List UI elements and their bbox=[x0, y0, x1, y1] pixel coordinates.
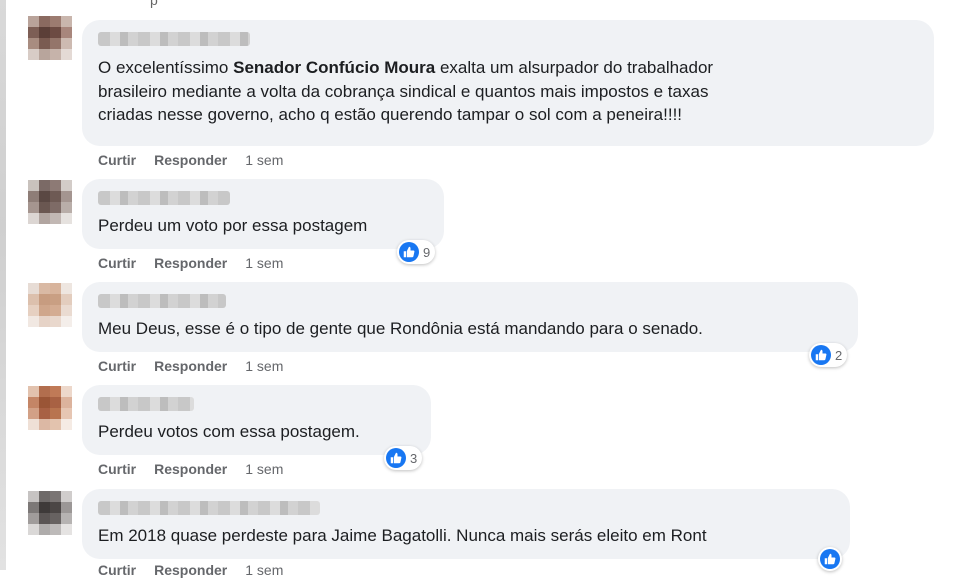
comment-text: Em 2018 quase perdeste para Jaime Bagato… bbox=[98, 526, 707, 545]
avatar[interactable] bbox=[28, 16, 72, 60]
avatar[interactable] bbox=[28, 180, 72, 224]
comment-bubble: Meu Deus, esse é o tipo de gente que Ron… bbox=[82, 282, 858, 352]
comment-bubble: Perdeu um voto por essa postagem bbox=[82, 179, 444, 249]
like-reaction-icon bbox=[811, 345, 831, 365]
like-link[interactable]: Curtir bbox=[98, 255, 136, 271]
author-name-blurred[interactable] bbox=[98, 294, 226, 308]
reply-link[interactable]: Responder bbox=[154, 562, 227, 578]
timestamp[interactable]: 1 sem bbox=[245, 461, 283, 477]
timestamp[interactable]: 1 sem bbox=[245, 562, 283, 578]
reaction-count: 9 bbox=[423, 244, 431, 260]
comment-actions: Curtir Responder 1 sem bbox=[98, 562, 283, 578]
avatar[interactable] bbox=[28, 386, 72, 430]
comment-bubble: Perdeu votos com essa postagem. bbox=[82, 385, 431, 455]
comment-actions: Curtir Responder 1 sem bbox=[98, 461, 283, 477]
comment-actions: Curtir Responder 1 sem bbox=[98, 152, 283, 168]
timestamp[interactable]: 1 sem bbox=[245, 255, 283, 271]
timestamp[interactable]: 1 sem bbox=[245, 358, 283, 374]
reaction-count: 3 bbox=[410, 450, 418, 466]
reaction-summary[interactable] bbox=[818, 547, 842, 571]
author-name-blurred[interactable] bbox=[98, 32, 250, 46]
comment-actions: Curtir Responder 1 sem bbox=[98, 358, 283, 374]
like-link[interactable]: Curtir bbox=[98, 358, 136, 374]
avatar[interactable] bbox=[28, 283, 72, 327]
like-reaction-icon bbox=[820, 549, 840, 569]
author-name-blurred[interactable] bbox=[98, 191, 230, 205]
reply-link[interactable]: Responder bbox=[154, 255, 227, 271]
comment-actions: Curtir Responder 1 sem bbox=[98, 255, 283, 271]
comment-text-part: exalta um alsurpador do trabalhador bbox=[435, 58, 714, 77]
scrollbar-edge bbox=[0, 0, 6, 570]
comment-bubble: O excelentíssimo Senador Confúcio Moura … bbox=[82, 20, 934, 146]
author-name-blurred[interactable] bbox=[98, 397, 194, 411]
comment-text: O excelentíssimo Senador Confúcio Moura … bbox=[98, 56, 713, 127]
reply-link[interactable]: Responder bbox=[154, 461, 227, 477]
reply-link[interactable]: Responder bbox=[154, 152, 227, 168]
comment-text-part: criadas nesse governo, acho q estão quer… bbox=[98, 105, 683, 124]
like-reaction-icon bbox=[399, 242, 419, 262]
previous-comment-fragment: p bbox=[150, 0, 158, 8]
reaction-count: 2 bbox=[835, 347, 843, 363]
comment-bubble: Em 2018 quase perdeste para Jaime Bagato… bbox=[82, 489, 850, 559]
mention-link[interactable]: Senador Confúcio Moura bbox=[233, 58, 435, 77]
like-reaction-icon bbox=[386, 448, 406, 468]
comment-text: Perdeu um voto por essa postagem bbox=[98, 216, 368, 235]
comment-text-part: O excelentíssimo bbox=[98, 58, 234, 77]
like-link[interactable]: Curtir bbox=[98, 461, 136, 477]
reaction-summary[interactable]: 3 bbox=[384, 446, 423, 470]
reaction-summary[interactable]: 2 bbox=[809, 343, 848, 367]
timestamp[interactable]: 1 sem bbox=[245, 152, 283, 168]
author-name-blurred[interactable] bbox=[98, 501, 320, 515]
like-link[interactable]: Curtir bbox=[98, 152, 136, 168]
comment-text: Meu Deus, esse é o tipo de gente que Ron… bbox=[98, 319, 703, 338]
comment-text-part: brasileiro mediante a volta da cobrança … bbox=[98, 81, 709, 101]
like-link[interactable]: Curtir bbox=[98, 562, 136, 578]
avatar[interactable] bbox=[28, 491, 72, 535]
reply-link[interactable]: Responder bbox=[154, 358, 227, 374]
reaction-summary[interactable]: 9 bbox=[397, 240, 436, 264]
comment-text: Perdeu votos com essa postagem. bbox=[98, 422, 360, 441]
